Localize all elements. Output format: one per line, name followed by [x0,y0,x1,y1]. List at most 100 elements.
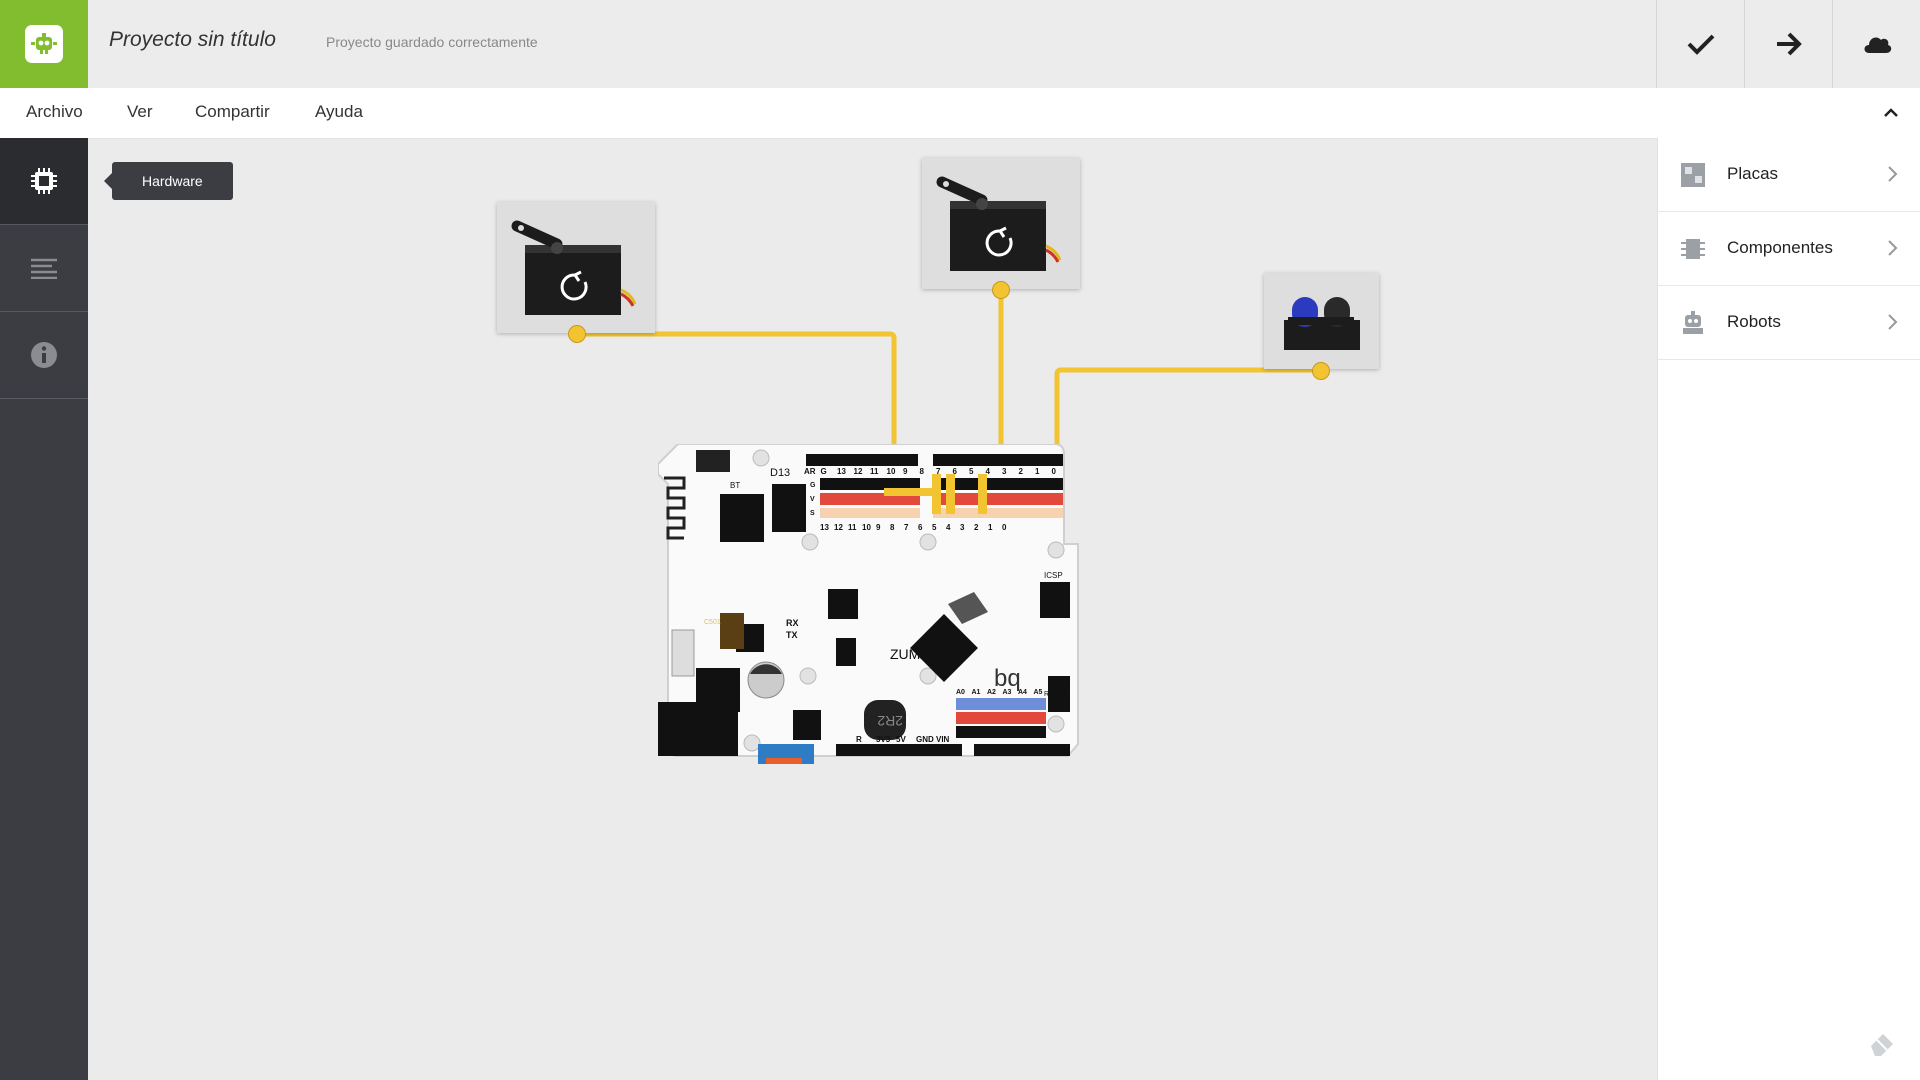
hardware-canvas[interactable]: D13 BT RX TX ICSP Rev2.2 ZUM bq 2R2 C501… [88,138,1657,1080]
info-tab[interactable] [0,312,88,399]
digital-top-pin-label-1: G [821,467,827,476]
boards-icon [1681,163,1705,187]
collapse-menu-button[interactable] [1880,102,1902,124]
power-pin-label-3: GND [916,735,934,744]
top-actions [1656,0,1920,88]
panel-item-robots[interactable]: Robots [1658,286,1920,360]
servo-icon [936,176,1062,271]
analog-pin-label-5: A5 [1034,689,1043,696]
servo-2-connector[interactable] [992,281,1010,299]
robot-icon [1683,311,1703,334]
digital-bottom-pin-label-2: 11 [848,523,857,532]
ir-sensor-icon [1284,297,1360,350]
menu-archivo[interactable]: Archivo [26,102,83,122]
analog-pin-label-4: A4 [1018,689,1027,696]
chevron-right-icon [1888,166,1898,182]
digital-top-pin-label-5: 10 [887,467,896,476]
digital-top-pin-label-13: 2 [1019,467,1024,476]
rx-label: RX [786,618,799,628]
project-title[interactable]: Proyecto sin título [109,28,276,52]
panel-label-robots: Robots [1727,312,1781,331]
digital-top-pin-label-3: 12 [854,467,863,476]
servo-1-connector[interactable] [568,325,586,343]
menu-ver[interactable]: Ver [127,102,153,122]
digital-top-pin-label-9: 6 [953,467,958,476]
digital-top-pin-label-12: 3 [1002,467,1007,476]
menu-ayuda[interactable]: Ayuda [315,102,363,122]
gvs-pin-label-2: S [810,510,815,517]
digital-bottom-pin-label-0: 13 [820,523,829,532]
digital-bottom-pin-label-12: 1 [988,523,993,532]
components-icon [1681,239,1705,259]
servo-icon [511,220,637,315]
digital-top-pin-label-7: 8 [920,467,925,476]
ir-sensor-connector[interactable] [1312,362,1330,380]
digital-bottom-pin-label-7: 6 [918,523,923,532]
digital-top-pin-label-8: 7 [936,467,941,476]
power-pin-label-2: 5V [896,735,906,744]
rev-label: Rev2.2 [1044,691,1066,698]
tx-label: TX [786,630,798,640]
software-tab[interactable] [0,225,88,312]
info-icon [31,342,57,368]
left-toolbar [0,138,88,1080]
cloud-icon [1864,37,1891,53]
zum-board[interactable]: D13 BT RX TX ICSP Rev2.2 ZUM bq 2R2 C501… [657,443,1083,766]
digital-top-pin-label-6: 9 [903,467,908,476]
digital-top-pin-label-2: 13 [837,467,846,476]
board-name: ZUM [890,646,920,662]
chevron-right-icon [1888,314,1898,330]
digital-bottom-pin-label-11: 2 [974,523,979,532]
inductor-label: 2R2 [877,713,903,729]
top-bar: Proyecto sin título Proyecto guardado co… [0,0,1920,88]
ir-sensor-component[interactable] [1264,273,1379,369]
digital-top-pin-label-11: 4 [986,467,991,476]
save-status: Proyecto guardado correctamente [326,34,538,50]
menu-bar: Archivo Ver Compartir Ayuda [0,88,1920,139]
hardware-icon [31,168,57,194]
power-pin-label-0: R [856,735,862,744]
analog-pin-label-0: A0 [956,689,965,696]
digital-bottom-pin-label-8: 5 [932,523,937,532]
bt-label: BT [730,481,740,490]
eraser-icon[interactable] [1867,1028,1897,1058]
analog-pin-label-1: A1 [972,689,981,696]
analog-pin-label-3: A3 [1003,689,1012,696]
digital-bottom-pin-label-10: 3 [960,523,965,532]
servo-component-2[interactable] [922,158,1080,289]
panel-label-placas: Placas [1727,164,1779,183]
chip-label: C501 [704,619,721,626]
chevron-up-icon [1884,108,1898,117]
digital-top-pin-label-0: AR [804,467,816,476]
digital-bottom-pin-label-3: 10 [862,523,871,532]
wire-ir-sensor [1054,367,1320,500]
chevron-right-icon [1888,240,1898,256]
d13-label: D13 [770,467,790,479]
panel-item-componentes[interactable]: Componentes [1658,212,1920,286]
icsp-label: ICSP [1044,571,1063,580]
upload-button[interactable] [1744,0,1832,88]
hardware-tab[interactable] [0,138,88,225]
check-icon [1687,34,1714,55]
digital-bottom-pin-label-4: 9 [876,523,881,532]
digital-bottom-pin-label-6: 7 [904,523,909,532]
digital-top-pin-label-15: 0 [1052,467,1057,476]
menu-compartir[interactable]: Compartir [195,102,270,122]
components-panel: Placas Componentes Robots [1657,138,1920,1080]
digital-top-pin-label-10: 5 [969,467,974,476]
digital-top-pin-label-4: 11 [870,467,879,476]
digital-bottom-pin-label-13: 0 [1002,523,1007,532]
verify-button[interactable] [1656,0,1744,88]
panel-label-componentes: Componentes [1727,238,1833,257]
cloud-button[interactable] [1832,0,1920,88]
text-lines-icon [31,258,57,279]
gvs-pin-label-1: V [810,496,815,503]
power-pin-label-4: VIN [936,735,950,744]
digital-bottom-pin-label-9: 4 [946,523,951,532]
servo-component-1[interactable] [497,202,655,333]
bitbloq-logo[interactable] [0,0,88,88]
power-pin-label-1: 3V3 [876,735,891,744]
analog-pin-label-2: A2 [987,689,996,696]
panel-item-placas[interactable]: Placas [1658,138,1920,212]
gvs-pin-label-0: G [810,482,816,489]
